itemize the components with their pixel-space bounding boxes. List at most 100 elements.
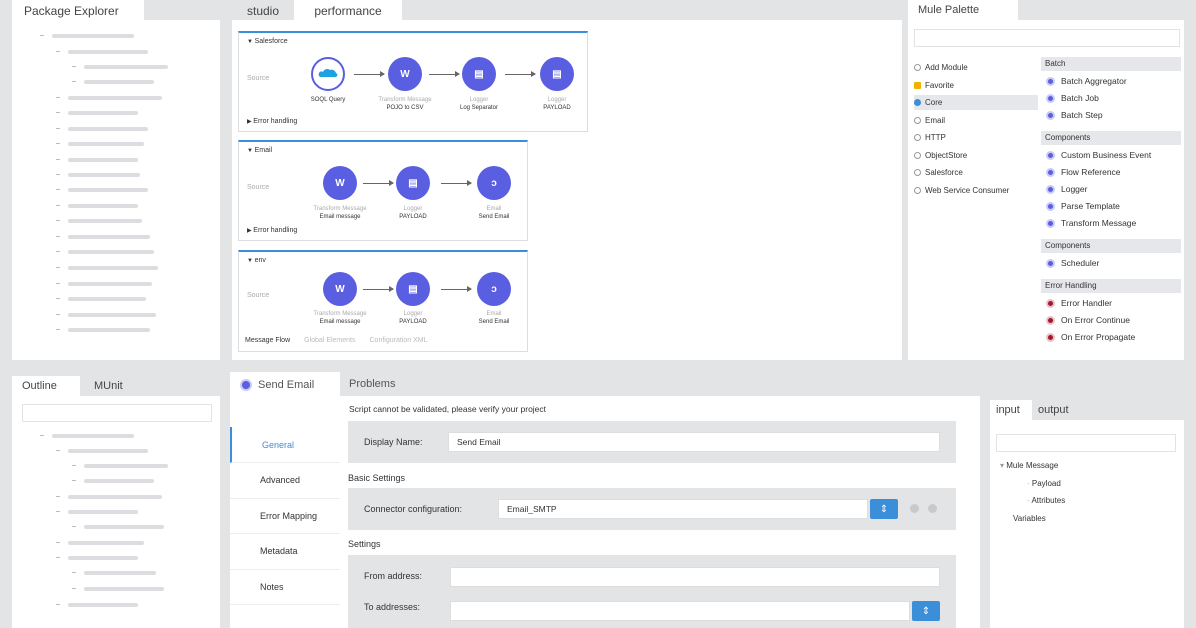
flow-salesforce[interactable]: Salesforce Source SOQL Query W Transform… [238,31,588,132]
tree-attributes[interactable]: - Attributes [1027,496,1065,505]
from-address-input[interactable] [450,567,940,587]
palette-operation[interactable]: Parse Template [1046,201,1120,211]
tree-item-placeholder[interactable] [68,328,150,332]
tree-payload[interactable]: - Payload [1027,479,1061,488]
tree-mule-message[interactable]: ▾ Mule Message [1000,461,1058,470]
tree-item-placeholder[interactable] [84,464,168,468]
palette-module-add-module[interactable]: Add Module [914,60,1038,75]
palette-operation[interactable]: Batch Step [1046,110,1103,120]
tab-performance[interactable]: performance [294,0,402,20]
tree-item-placeholder[interactable] [68,313,156,317]
select-arrows-icon[interactable]: ⇕ [870,499,898,519]
tree-item-placeholder[interactable] [68,96,162,100]
email-icon[interactable]: ↄ [477,166,511,200]
tree-item-placeholder[interactable] [52,434,134,438]
tree-item-placeholder[interactable] [68,173,140,177]
tree-item-placeholder[interactable] [68,282,152,286]
tab-problems[interactable]: Problems [349,378,395,390]
palette-module-objectstore[interactable]: ObjectStore [914,148,1038,163]
tree-item-placeholder[interactable] [68,250,154,254]
tree-item-placeholder[interactable] [84,80,154,84]
palette-operation[interactable]: On Error Propagate [1046,332,1135,342]
tree-item-placeholder[interactable] [68,142,144,146]
tree-item-placeholder[interactable] [68,188,148,192]
flow-email[interactable]: Email Source W Transform MessageEmail me… [238,140,528,241]
tree-item-placeholder[interactable] [68,50,148,54]
tab-munit[interactable]: MUnit [80,376,150,396]
metadata-search-input[interactable] [996,434,1176,452]
palette-module-email[interactable]: Email [914,113,1038,128]
palette-operation[interactable]: Batch Aggregator [1046,76,1127,86]
palette-operation[interactable]: Batch Job [1046,93,1099,103]
palette-operation[interactable]: Flow Reference [1046,167,1121,177]
tree-item-placeholder[interactable] [52,34,134,38]
tree-item-placeholder[interactable] [84,587,164,591]
palette-module-http[interactable]: HTTP [914,130,1038,145]
transform-icon[interactable]: W [323,272,357,306]
palette-module-favorite[interactable]: Favorite [914,78,1038,93]
properties-nav-metadata[interactable]: Metadata [230,534,340,570]
palette-operation[interactable]: On Error Continue [1046,315,1130,325]
tree-item-placeholder[interactable] [68,449,148,453]
tab-message-flow[interactable]: Message Flow [245,337,290,344]
tree-item-placeholder[interactable] [68,111,138,115]
tree-variables[interactable]: Variables [1013,514,1046,523]
tab-outline[interactable]: Outline [12,376,80,396]
palette-operation[interactable]: Custom Business Event [1046,150,1151,160]
properties-nav-error-mapping[interactable]: Error Mapping [230,498,340,534]
tree-item-placeholder[interactable] [84,479,154,483]
tree-item-placeholder[interactable] [68,510,138,514]
flow-env[interactable]: env Source W Transform MessageEmail mess… [238,250,528,352]
error-handling-toggle[interactable]: Error handling [247,227,297,234]
tab-studio[interactable]: studio [232,0,294,20]
properties-tab-header[interactable]: Send Email [230,372,340,398]
logger-icon[interactable]: ▤ [396,272,430,306]
tree-item-placeholder[interactable] [84,525,164,529]
salesforce-icon[interactable] [311,57,345,91]
palette-search-input[interactable] [914,29,1180,47]
logger-icon[interactable]: ▤ [540,57,574,91]
tree-item-placeholder[interactable] [68,266,158,270]
tree-item-placeholder[interactable] [68,556,138,560]
transform-icon[interactable]: W [323,166,357,200]
tab-configuration-xml[interactable]: Configuration XML [370,337,428,344]
add-config-icon[interactable] [928,504,937,513]
logger-icon[interactable]: ▤ [396,166,430,200]
palette-operation[interactable]: Logger [1046,184,1087,194]
tree-item-placeholder[interactable] [68,158,138,162]
transform-icon[interactable]: W [388,57,422,91]
tree-item-placeholder[interactable] [68,541,144,545]
tree-item-placeholder[interactable] [84,571,156,575]
tree-item-placeholder[interactable] [68,495,162,499]
tab-output[interactable]: output [1032,400,1092,420]
outline-search-input[interactable] [22,404,212,422]
tab-input[interactable]: input [990,400,1032,420]
properties-nav-advanced[interactable]: Advanced [230,463,340,499]
properties-nav-notes[interactable]: Notes [230,569,340,605]
to-addresses-select[interactable] [450,601,910,621]
palette-operation[interactable]: Transform Message [1046,218,1136,228]
tab-mule-palette[interactable]: Mule Palette [908,0,1018,20]
tree-item-placeholder[interactable] [84,65,168,69]
select-arrows-icon[interactable]: ⇕ [912,601,940,621]
logger-icon[interactable]: ▤ [462,57,496,91]
display-name-input[interactable]: Send Email [448,432,940,452]
tree-item-placeholder[interactable] [68,297,146,301]
properties-nav-general[interactable]: General [230,427,340,463]
error-handling-toggle[interactable]: Error handling [247,118,297,125]
tab-package-explorer[interactable]: Package Explorer [12,0,144,20]
palette-module-salesforce[interactable]: Salesforce [914,165,1038,180]
palette-module-web-service-consumer[interactable]: Web Service Consumer [914,183,1038,198]
tree-item-placeholder[interactable] [68,127,148,131]
tab-global-elements[interactable]: Global Elements [304,337,355,344]
palette-operation[interactable]: Scheduler [1046,258,1099,268]
edit-config-icon[interactable] [910,504,919,513]
tree-item-placeholder[interactable] [68,219,142,223]
connector-config-select[interactable]: Email_SMTP [498,499,868,519]
tree-item-placeholder[interactable] [68,603,138,607]
email-icon[interactable]: ↄ [477,272,511,306]
palette-module-core[interactable]: Core [914,95,1038,110]
tree-item-placeholder[interactable] [68,204,138,208]
tree-item-placeholder[interactable] [68,235,150,239]
palette-operation[interactable]: Error Handler [1046,298,1112,308]
